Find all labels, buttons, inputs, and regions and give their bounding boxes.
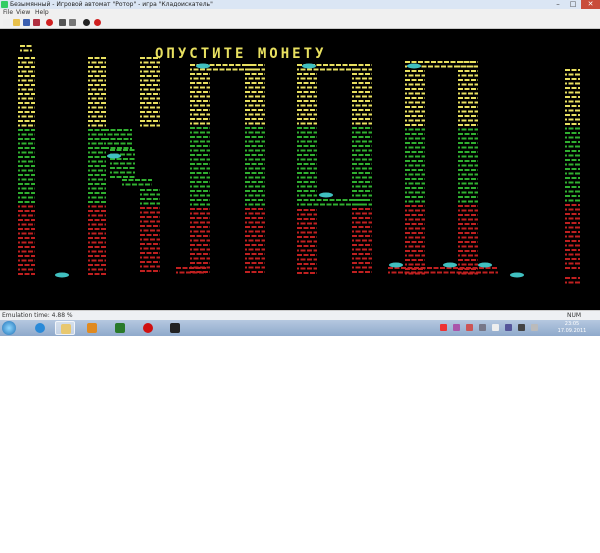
maximize-button[interactable]: □ xyxy=(566,0,580,9)
brick-column xyxy=(297,209,317,274)
brick-column xyxy=(245,64,265,273)
power-icon[interactable] xyxy=(531,324,538,331)
game-window-icon xyxy=(170,323,180,333)
taskbar-app-button[interactable] xyxy=(55,321,75,335)
taskbar-app-button[interactable] xyxy=(82,321,102,335)
toolbar xyxy=(0,17,600,29)
minimize-button[interactable]: – xyxy=(551,0,565,9)
brick-column xyxy=(104,129,132,149)
close-button[interactable]: ✕ xyxy=(581,0,600,9)
clock-date: 17.09.2011 xyxy=(557,328,587,334)
menu-help[interactable]: Help xyxy=(35,9,49,17)
corner-brick-mark xyxy=(20,45,32,52)
coin xyxy=(389,262,403,268)
brick-column xyxy=(565,69,580,269)
usb-icon[interactable] xyxy=(505,324,512,331)
menu-bar: File View Help xyxy=(0,9,600,17)
stop-icon[interactable] xyxy=(94,19,101,26)
brick-column xyxy=(18,57,35,275)
brick-column xyxy=(140,189,160,272)
brick-column xyxy=(565,277,580,284)
taskbar-app-button[interactable] xyxy=(165,321,185,335)
app-icon xyxy=(1,1,8,8)
play-icon[interactable] xyxy=(83,19,90,26)
coin xyxy=(319,192,333,198)
taskbar-app-button[interactable] xyxy=(30,321,50,335)
game-canvas xyxy=(18,45,580,284)
taskbar-app-button[interactable] xyxy=(138,321,158,335)
brick-column xyxy=(190,64,210,273)
config-icon[interactable] xyxy=(69,19,76,26)
game-message: ОПУСТИТЕ МОНЕТУ xyxy=(155,46,327,62)
keyboard-mode: NUM xyxy=(567,312,582,319)
network-icon[interactable] xyxy=(466,324,473,331)
coin xyxy=(407,63,421,69)
brick-column xyxy=(352,64,372,273)
clock-time: 23:05 xyxy=(564,321,580,327)
brick-column xyxy=(122,179,152,186)
brick-column xyxy=(458,61,478,275)
emulator-app-icon xyxy=(115,323,125,333)
taskbar-app-button[interactable] xyxy=(110,321,130,335)
coin xyxy=(107,153,121,159)
emulation-status: Emulation time: 4.88 % xyxy=(2,312,73,319)
flag-icon[interactable] xyxy=(479,324,486,331)
volume-icon[interactable] xyxy=(453,324,460,331)
brick-column xyxy=(388,267,498,274)
coin xyxy=(196,63,210,69)
save-icon[interactable] xyxy=(23,19,30,26)
notification-icon[interactable] xyxy=(440,324,447,331)
brick-column xyxy=(140,57,160,127)
opera-icon xyxy=(143,323,153,333)
file-explorer-icon xyxy=(61,324,71,334)
settings-icon[interactable] xyxy=(33,19,40,26)
emulator-window: Безымянный - Игровой автомат "Ротор" - и… xyxy=(0,0,600,320)
coin xyxy=(478,262,492,268)
clock[interactable]: 23:05 17.09.2011 xyxy=(552,321,592,335)
status-bar: Emulation time: 4.88 % NUM xyxy=(0,310,600,320)
coin xyxy=(302,63,316,69)
menu-file[interactable]: File xyxy=(3,9,13,17)
coin xyxy=(443,262,457,268)
internet-explorer-icon xyxy=(35,323,45,333)
media-player-icon xyxy=(87,323,97,333)
game-screen[interactable]: ОПУСТИТЕ МОНЕТУ xyxy=(0,29,600,310)
brick-column xyxy=(110,149,135,178)
screenshot-icon[interactable] xyxy=(59,19,66,26)
taskbar: 23:05 17.09.2011 xyxy=(0,320,600,336)
record-icon[interactable] xyxy=(46,19,53,26)
window-title: Безымянный - Игровой автомат "Ротор" - и… xyxy=(10,1,213,8)
display-icon[interactable] xyxy=(518,324,525,331)
brick-column xyxy=(297,64,317,201)
brick-column xyxy=(88,57,106,275)
coin xyxy=(55,272,69,278)
menu-view[interactable]: View xyxy=(16,9,30,17)
title-bar: Безымянный - Игровой автомат "Ротор" - и… xyxy=(0,0,600,9)
open-icon[interactable] xyxy=(13,19,20,26)
coin xyxy=(510,272,524,278)
bluetooth-icon[interactable] xyxy=(492,324,499,331)
brick-column xyxy=(405,61,425,275)
start-button[interactable] xyxy=(2,321,16,335)
new-icon[interactable] xyxy=(3,19,10,26)
